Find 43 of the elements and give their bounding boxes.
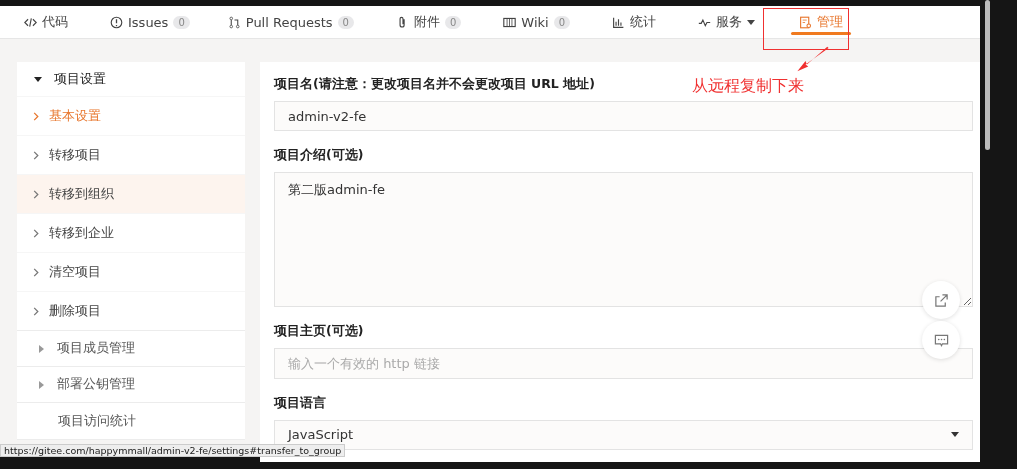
tab-icon	[612, 15, 625, 29]
sidebar-group[interactable]: 项目设置	[17, 62, 245, 96]
comment-icon	[933, 332, 949, 348]
nav-tab[interactable]: 服务	[696, 6, 757, 38]
caret-icon	[37, 344, 45, 353]
tab-icon	[799, 15, 812, 29]
input-field[interactable]: admin-v2-fe	[274, 101, 973, 132]
chevron-icon	[33, 306, 39, 316]
annotation-text: 从远程复制下来	[692, 76, 804, 97]
tab-icon	[110, 15, 123, 29]
sidebar-item[interactable]: 清空项目	[17, 252, 245, 291]
nav-tab[interactable]: 统计	[610, 6, 658, 38]
textarea-field[interactable]: 第二版admin-fe	[274, 172, 973, 308]
chevron-icon	[33, 111, 39, 121]
sidebar-item[interactable]: 转移到组织	[17, 174, 245, 213]
arrow-annotation	[796, 45, 830, 73]
tab-icon	[503, 15, 517, 29]
caret-icon	[37, 380, 45, 389]
tab-icon	[227, 15, 241, 29]
nav-tab[interactable]: Wiki 0	[501, 6, 572, 38]
field-label: 项目名(请注意：更改项目名并不会更改项目 URL 地址)	[274, 76, 595, 93]
field-label: 项目语言	[274, 394, 326, 412]
nav-tab[interactable]: Issues 0	[108, 6, 192, 38]
status-url: https://gitee.com/happymmall/admin-v2-fe/settings#transfer_to_group	[0, 444, 346, 457]
field-label: 项目介绍(可选)	[274, 147, 364, 165]
sidebar-item[interactable]: 转移到企业	[17, 213, 245, 252]
chevron-icon	[33, 267, 39, 277]
scrollbar[interactable]	[985, 0, 990, 150]
nav-tab[interactable]: 附件 0	[393, 6, 464, 38]
sidebar-item[interactable]: 删除项目	[17, 291, 245, 330]
sidebar-group[interactable]: 部署公钥管理	[17, 367, 245, 402]
tab-icon	[24, 15, 37, 29]
sidebar-group[interactable]: 项目成员管理	[17, 331, 245, 366]
caret-icon	[951, 432, 959, 438]
chevron-icon	[33, 189, 39, 199]
nav-tab[interactable]: 代码	[22, 6, 70, 38]
chevron-icon	[33, 228, 39, 238]
nav-tab[interactable]: Pull Requests 0	[225, 6, 356, 38]
share-icon	[933, 292, 949, 308]
sidebar-link[interactable]: 项目访问统计	[17, 403, 245, 439]
field-label: 项目主页(可选)	[274, 323, 364, 341]
caret-icon	[34, 75, 42, 83]
chevron-icon	[33, 150, 39, 160]
